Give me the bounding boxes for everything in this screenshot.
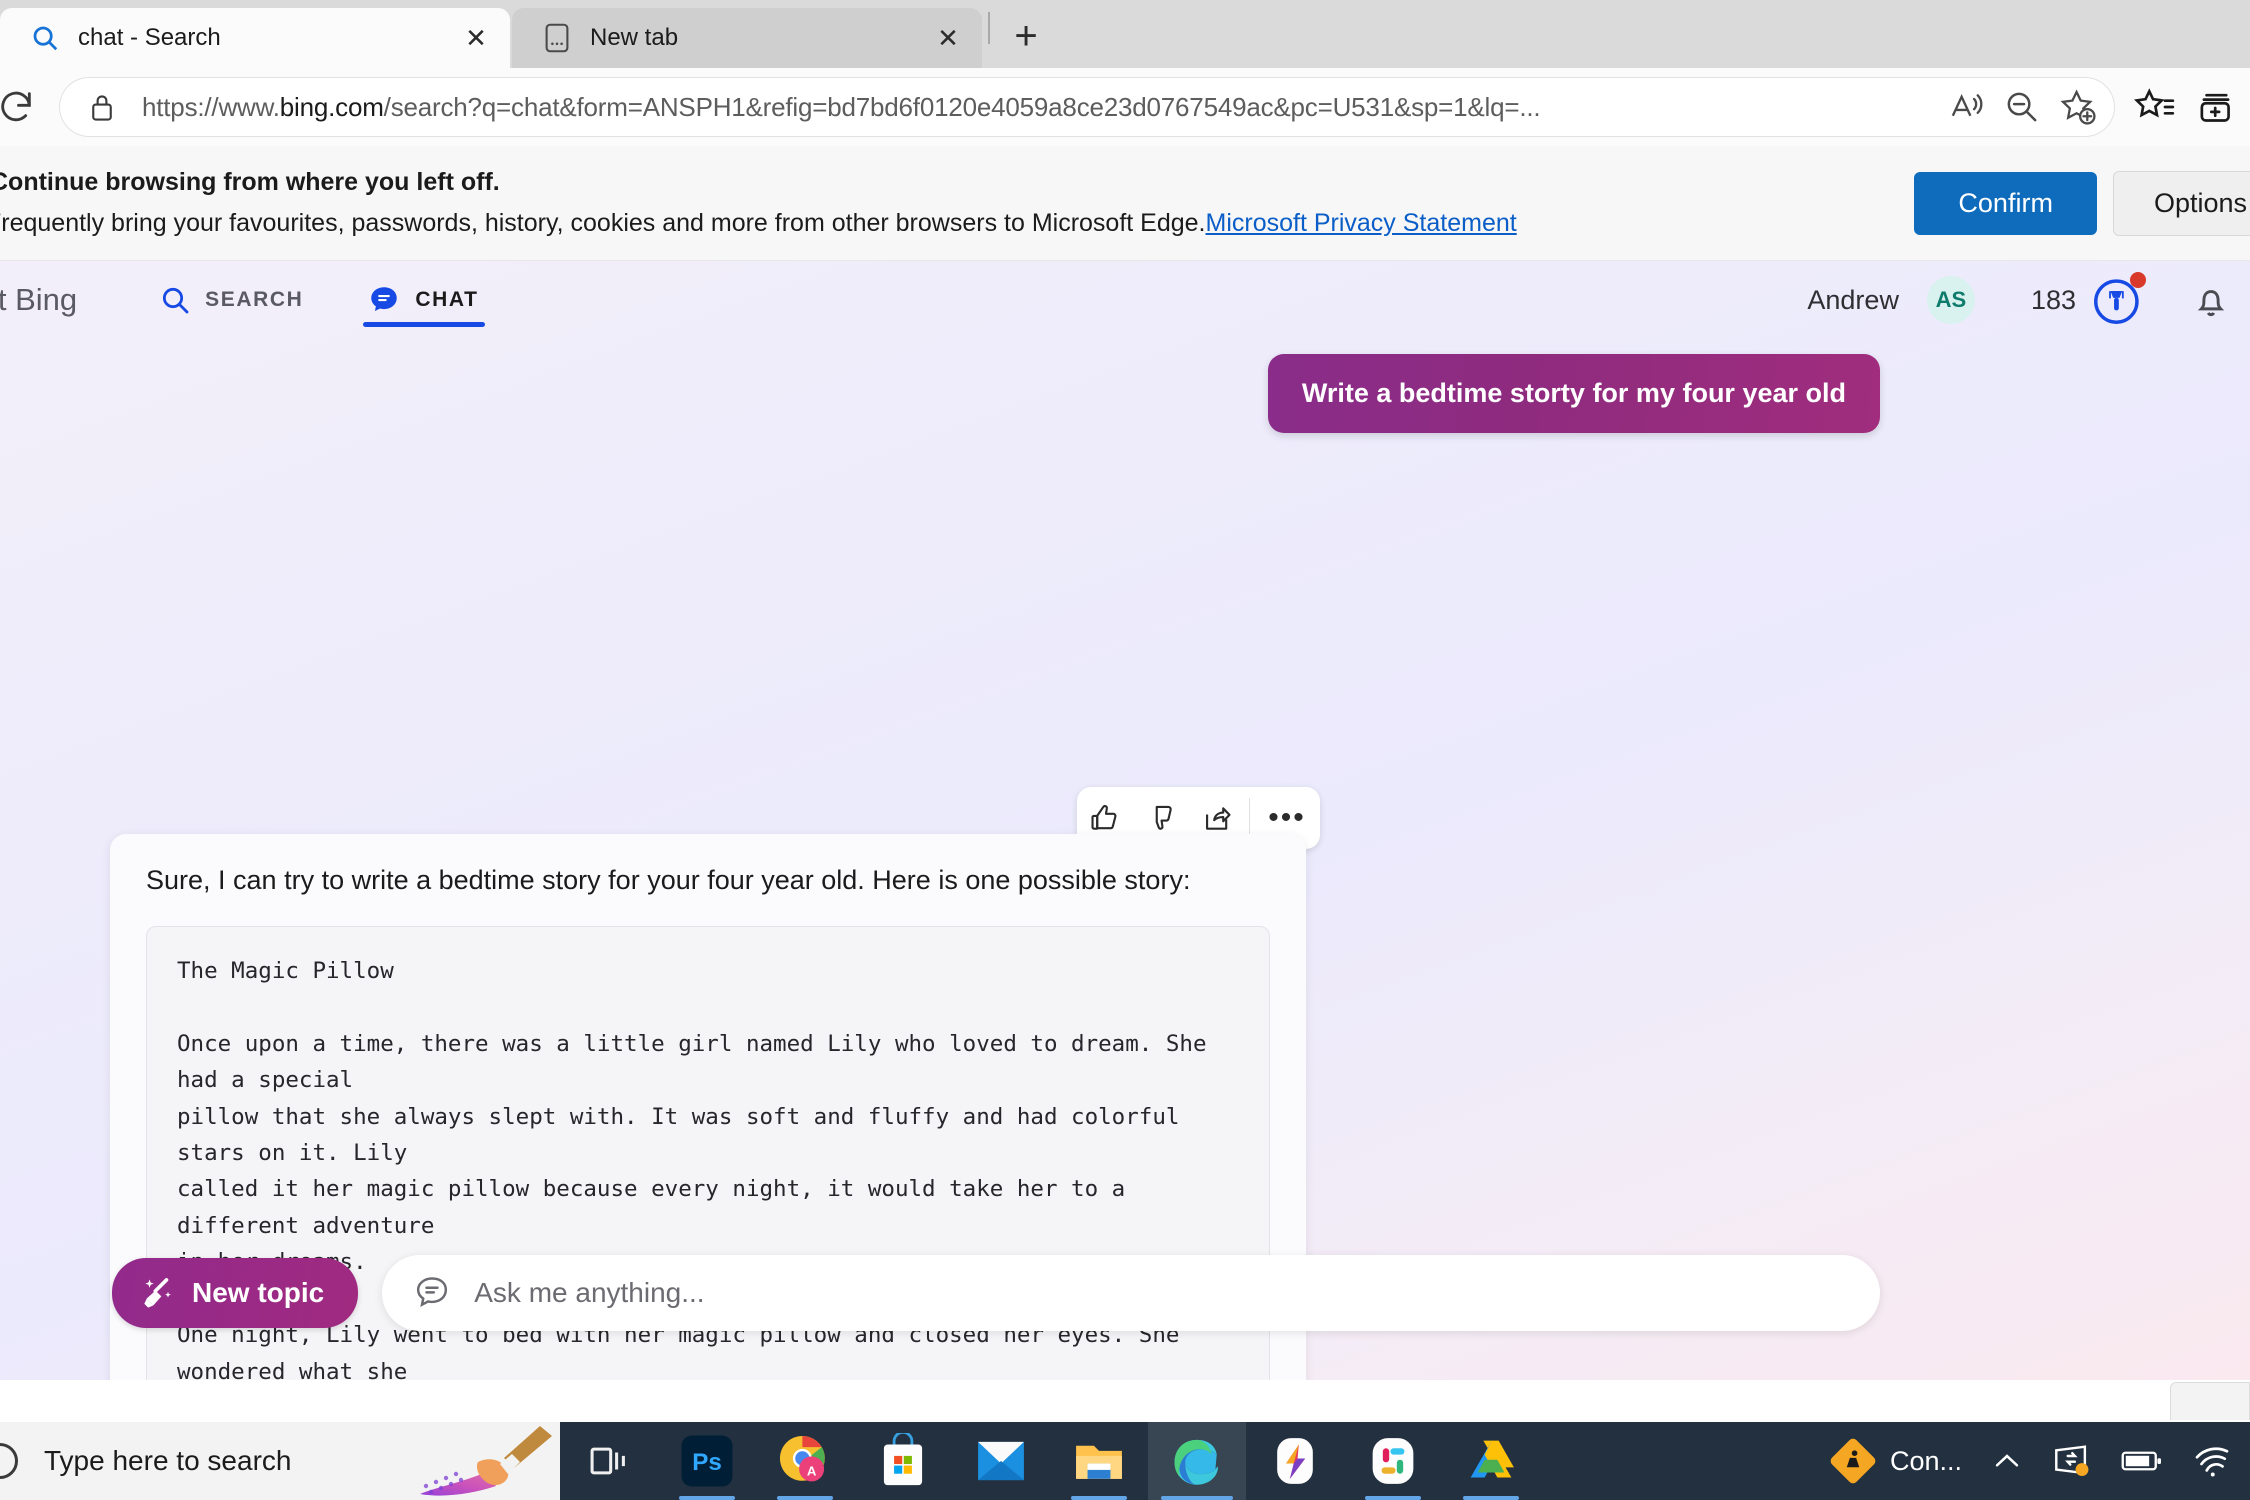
construction-sign-icon	[1828, 1436, 1878, 1486]
file-explorer-icon[interactable]	[1050, 1422, 1148, 1500]
bing-chat-page: oft Bing SEARCH	[0, 261, 2250, 1380]
close-tab-icon[interactable]: ✕	[928, 18, 968, 58]
microsoft-edge-icon[interactable]	[1148, 1422, 1246, 1500]
avatar[interactable]: AS	[1926, 276, 1975, 324]
windows-taskbar: Type here to search Ps A Con...	[0, 1422, 2250, 1500]
running-indicator	[679, 1496, 735, 1500]
svg-text:A: A	[807, 1464, 817, 1479]
address-bar[interactable]: https://www.bing.com/search?q=chat&form=…	[60, 78, 2114, 136]
read-aloud-icon[interactable]	[1940, 81, 1992, 133]
running-indicator	[1463, 1496, 1519, 1500]
user-message-bubble: Write a bedtime storty for my four year …	[1267, 354, 1880, 433]
address-bar-url: https://www.bing.com/search?q=chat&form=…	[142, 91, 1541, 122]
new-topic-button[interactable]: New topic	[112, 1258, 359, 1328]
banner-buttons: Confirm Options	[1914, 170, 2250, 236]
bing-nav-chat[interactable]: CHAT	[363, 261, 485, 339]
svg-text:Ps: Ps	[692, 1449, 722, 1476]
close-tab-icon[interactable]: ✕	[456, 18, 496, 58]
import-browser-data-banner: Continue browsing from where you left of…	[0, 146, 2250, 261]
bing-nav: SEARCH CHAT	[155, 261, 485, 339]
running-indicator	[1161, 1496, 1233, 1500]
tab-divider	[988, 12, 990, 44]
download-popup-stub[interactable]	[2170, 1382, 2250, 1420]
zoom-out-icon[interactable]	[1996, 81, 2048, 133]
system-tray: Con...	[1814, 1422, 2250, 1500]
options-button[interactable]: Options	[2112, 170, 2250, 236]
search-icon	[159, 284, 191, 316]
show-hidden-icons-icon[interactable]	[1976, 1422, 2038, 1500]
display-settings-icon[interactable]	[2038, 1422, 2106, 1500]
chat-composer: New topic Ask me anything...	[0, 1255, 2250, 1331]
actions-divider	[1249, 798, 1250, 838]
bing-search-icon	[28, 21, 62, 55]
chat-conversation: Write a bedtime storty for my four year …	[0, 339, 2250, 1380]
construction-label: Con...	[1889, 1445, 1962, 1476]
bing-nav-label: SEARCH	[205, 288, 304, 311]
refresh-button[interactable]	[0, 81, 42, 133]
google-drive-icon[interactable]	[1442, 1422, 1540, 1500]
snagit-icon[interactable]	[1246, 1422, 1344, 1500]
privacy-statement-link[interactable]: Microsoft Privacy Statement	[1206, 209, 1517, 237]
banner-text: Continue browsing from where you left of…	[0, 168, 1914, 238]
taskbar-search-placeholder: Type here to search	[44, 1445, 292, 1476]
bing-account-area: Andrew AS 183	[1807, 272, 2250, 328]
task-view-icon[interactable]	[560, 1422, 658, 1500]
battery-icon[interactable]	[2106, 1422, 2178, 1500]
running-indicator	[1365, 1496, 1421, 1500]
browser-tab-chat-search[interactable]: chat - Search ✕	[0, 8, 510, 68]
browser-tab-strip: chat - Search ✕ New tab ✕ +	[0, 0, 2250, 68]
bell-icon[interactable]	[2190, 279, 2232, 321]
assistant-intro-text: Sure, I can try to write a bedtime story…	[146, 865, 1191, 895]
broom-icon	[138, 1273, 178, 1313]
chrome-canary-icon[interactable]: A	[756, 1422, 854, 1500]
address-bar-tools	[1940, 81, 2104, 133]
banner-title: Continue browsing from where you left of…	[0, 168, 500, 196]
bing-header: oft Bing SEARCH	[0, 261, 2250, 339]
account-name[interactable]: Andrew	[1807, 285, 1899, 316]
slack-icon[interactable]	[1344, 1422, 1442, 1500]
chat-bubble-icon	[367, 283, 401, 317]
ask-input[interactable]: Ask me anything...	[382, 1255, 1880, 1331]
new-topic-label: New topic	[192, 1277, 325, 1308]
photoshop-icon[interactable]: Ps	[658, 1422, 756, 1500]
taskbar-apps: Ps A	[560, 1422, 1540, 1500]
page-bottom-strip	[0, 1380, 2250, 1422]
confirm-button[interactable]: Confirm	[1914, 171, 2097, 235]
rewards-points: 183	[2030, 284, 2076, 315]
running-indicator	[777, 1496, 833, 1500]
running-indicator	[1071, 1496, 1127, 1500]
notification-dot	[2130, 272, 2146, 288]
browser-toolbar-right	[2128, 81, 2250, 133]
construction-notification[interactable]: Con...	[1814, 1422, 1976, 1500]
new-tab-page-icon	[540, 21, 574, 55]
bing-nav-label: CHAT	[415, 288, 479, 311]
tab-title: New tab	[590, 24, 679, 51]
browser-tab-new-tab[interactable]: New tab ✕	[512, 8, 982, 68]
rewards-medal-icon[interactable]	[2090, 272, 2146, 328]
cortana-circle-icon[interactable]	[0, 1443, 18, 1479]
active-tab-indicator	[363, 322, 485, 327]
mail-icon[interactable]	[952, 1422, 1050, 1500]
browser-toolbar: https://www.bing.com/search?q=chat&form=…	[0, 68, 2250, 146]
paint-brush-icon[interactable]	[412, 1424, 552, 1498]
wifi-icon[interactable]	[2178, 1422, 2246, 1500]
bing-logo[interactable]: oft Bing	[0, 282, 77, 318]
new-tab-button[interactable]: +	[1000, 10, 1052, 62]
lock-icon	[82, 81, 122, 133]
bing-nav-search[interactable]: SEARCH	[155, 261, 307, 339]
chat-prompt-icon	[412, 1273, 452, 1313]
ask-input-placeholder: Ask me anything...	[474, 1277, 705, 1308]
tab-title: chat - Search	[78, 24, 221, 51]
microsoft-store-icon[interactable]	[854, 1422, 952, 1500]
favorites-hub-icon[interactable]	[2128, 81, 2180, 133]
collections-icon[interactable]	[2190, 81, 2242, 133]
add-favorite-icon[interactable]	[2052, 81, 2104, 133]
user-message-row: Write a bedtime storty for my four year …	[0, 339, 2250, 433]
screen: chat - Search ✕ New tab ✕ + https://www.…	[0, 0, 2250, 1500]
taskbar-search-box[interactable]: Type here to search	[0, 1422, 560, 1500]
banner-subtitle: Frequently bring your favourites, passwo…	[0, 209, 1517, 237]
